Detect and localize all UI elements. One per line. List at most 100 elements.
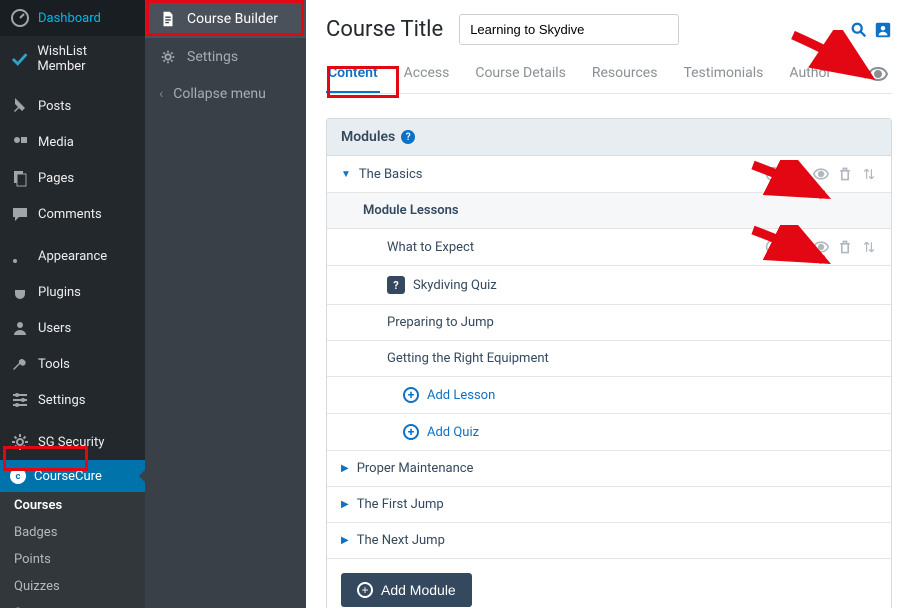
menu-wishlist[interactable]: WishList Member	[0, 36, 145, 82]
menu-label: Tools	[38, 357, 70, 372]
sec-label: Course Builder	[187, 11, 278, 27]
tab-content[interactable]: Content	[326, 55, 380, 93]
trash-icon[interactable]	[837, 239, 853, 255]
menu-media[interactable]: Media	[0, 124, 145, 160]
svg-text:c: c	[16, 471, 21, 482]
module-label: Proper Maintenance	[357, 461, 474, 476]
add-lesson-label: Add Lesson	[427, 388, 495, 403]
tab-testimonials[interactable]: Testimonials	[681, 55, 765, 93]
preview-icon[interactable]	[864, 57, 892, 91]
module-row-basics[interactable]: ▼ The Basics	[327, 156, 891, 193]
menu-pages[interactable]: Pages	[0, 160, 145, 196]
module-row-first-jump[interactable]: ▶ The First Jump	[327, 487, 891, 523]
lesson-row-equipment[interactable]: Getting the Right Equipment	[327, 341, 891, 377]
media-icon	[10, 132, 30, 152]
lesson-row-expect[interactable]: What to Expect	[327, 229, 891, 266]
menu-dashboard[interactable]: Dashboard	[0, 0, 145, 36]
module-row-maintenance[interactable]: ▶ Proper Maintenance	[327, 451, 891, 487]
edit-icon[interactable]	[789, 166, 805, 182]
submenu-setup[interactable]: Setup	[0, 600, 145, 608]
course-title-input[interactable]	[459, 14, 679, 45]
gear-icon	[159, 48, 177, 66]
menu-appearance[interactable]: Appearance	[0, 238, 145, 274]
menu-label: SG Security	[38, 435, 104, 450]
quiz-row[interactable]: ? Skydiving Quiz	[327, 266, 891, 305]
plus-icon: +	[357, 582, 373, 598]
wp-admin-sidebar: Dashboard WishList Member Posts Media Pa…	[0, 0, 145, 608]
menu-label: Users	[38, 321, 71, 336]
eye-icon[interactable]	[813, 239, 829, 255]
header-actions	[850, 21, 892, 39]
trash-icon[interactable]	[837, 166, 853, 182]
module-label: The Next Jump	[357, 533, 445, 548]
coursecure-submenu: Courses Badges Points Quizzes Setup	[0, 492, 145, 608]
submenu-badges[interactable]: Badges	[0, 519, 145, 546]
info-icon[interactable]	[765, 166, 781, 182]
lesson-label: Preparing to Jump	[387, 315, 494, 330]
add-quiz-button[interactable]: + Add Quiz	[327, 414, 891, 451]
expand-icon: ▶	[341, 463, 349, 474]
tab-access[interactable]: Access	[402, 55, 452, 93]
menu-label: Pages	[38, 171, 74, 186]
sec-settings[interactable]: Settings	[145, 38, 306, 76]
sec-course-builder[interactable]: Course Builder	[145, 0, 306, 38]
menu-label: Settings	[38, 393, 85, 408]
menu-sg-security[interactable]: SG Security	[0, 424, 145, 460]
main-content: Course Title Content Access Course Detai…	[306, 0, 912, 608]
menu-coursecure[interactable]: c CourseCure	[0, 460, 145, 492]
lesson-label: Getting the Right Equipment	[387, 351, 549, 366]
sec-label: Settings	[187, 49, 238, 65]
page-header: Course Title	[326, 14, 892, 45]
user-profile-icon[interactable]	[874, 21, 892, 39]
comment-icon	[10, 204, 30, 224]
menu-label: Media	[38, 135, 74, 150]
course-title-label: Course Title	[326, 17, 443, 42]
module-label: The First Jump	[357, 497, 444, 512]
search-icon[interactable]	[850, 21, 868, 39]
drag-icon[interactable]	[861, 166, 877, 182]
add-module-button[interactable]: + Add Module	[341, 573, 472, 607]
module-lessons-header: Module Lessons	[327, 193, 891, 229]
help-icon[interactable]: ?	[401, 130, 415, 144]
modules-header: Modules ?	[327, 119, 891, 156]
submenu-points[interactable]: Points	[0, 546, 145, 573]
menu-users[interactable]: Users	[0, 310, 145, 346]
quiz-icon: ?	[387, 276, 405, 294]
chevron-left-icon: ‹	[159, 86, 163, 102]
check-icon	[10, 49, 29, 69]
course-tabs: Content Access Course Details Resources …	[326, 55, 892, 94]
menu-tools[interactable]: Tools	[0, 346, 145, 382]
drag-icon[interactable]	[861, 239, 877, 255]
add-lesson-button[interactable]: + Add Lesson	[327, 377, 891, 414]
menu-label: Dashboard	[38, 11, 101, 26]
add-module-label: Add Module	[381, 582, 456, 598]
expand-icon: ▶	[341, 535, 349, 546]
expand-icon: ▶	[341, 499, 349, 510]
plus-icon: +	[403, 387, 419, 403]
brush-icon	[10, 246, 30, 266]
menu-comments[interactable]: Comments	[0, 196, 145, 232]
pin-icon	[10, 96, 30, 116]
menu-posts[interactable]: Posts	[0, 88, 145, 124]
submenu-courses[interactable]: Courses	[0, 492, 145, 519]
eye-icon[interactable]	[813, 166, 829, 182]
module-row-next-jump[interactable]: ▶ The Next Jump	[327, 523, 891, 559]
submenu-quizzes[interactable]: Quizzes	[0, 573, 145, 600]
quiz-label: Skydiving Quiz	[413, 278, 497, 293]
sec-collapse[interactable]: ‹ Collapse menu	[145, 76, 306, 112]
tab-author[interactable]: Author	[787, 55, 833, 93]
menu-settings[interactable]: Settings	[0, 382, 145, 418]
lesson-row-preparing[interactable]: Preparing to Jump	[327, 305, 891, 341]
modules-card: Modules ? ▼ The Basics Module Lesso	[326, 118, 892, 608]
menu-plugins[interactable]: Plugins	[0, 274, 145, 310]
dashboard-icon	[10, 8, 30, 28]
tab-details[interactable]: Course Details	[473, 55, 568, 93]
plus-icon: +	[403, 424, 419, 440]
modules-heading: Modules	[341, 129, 395, 145]
menu-label: Comments	[38, 207, 102, 222]
info-icon[interactable]	[765, 239, 781, 255]
collapse-icon: ▼	[341, 169, 351, 180]
edit-icon[interactable]	[789, 239, 805, 255]
menu-label: Plugins	[38, 285, 81, 300]
tab-resources[interactable]: Resources	[590, 55, 660, 93]
